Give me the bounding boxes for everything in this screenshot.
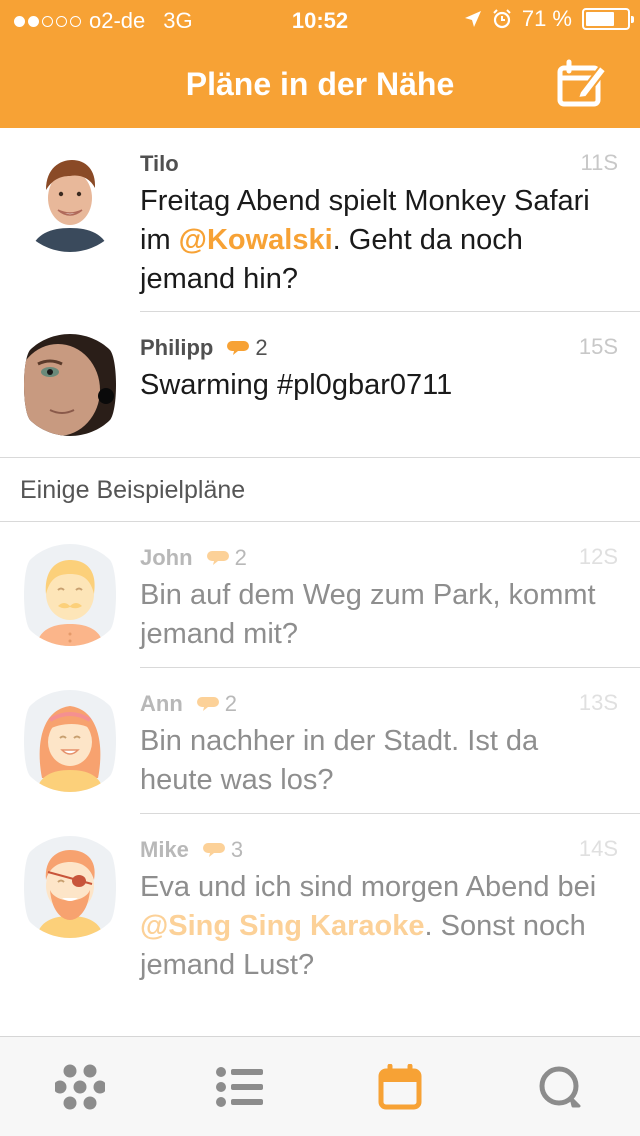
post-author[interactable]: Tilo [140,151,179,177]
post-text: Bin auf dem Weg zum Park, kommt jemand m… [140,579,596,650]
post-item[interactable]: Tilo 11S Freitag Abend spielt Monkey Saf… [0,128,640,312]
post-time: 11S [580,150,618,175]
tab-search[interactable] [480,1037,640,1136]
mention-link[interactable]: @Sing Sing Karaoke [140,910,425,942]
post-author[interactable]: Philipp [140,335,213,361]
example-post-item[interactable]: John 2 12S Bin auf dem Weg zum Park, kom… [0,522,640,668]
comment-bubble-icon [202,843,225,857]
battery-icon [582,8,634,30]
tab-calendar[interactable] [320,1037,480,1136]
alarm-clock-icon [493,9,511,29]
plans-feed[interactable]: Tilo 11S Freitag Abend spielt Monkey Saf… [0,128,640,1036]
section-title: Einige Beispielpläne [20,476,246,504]
comment-bubble-icon [227,341,250,355]
tab-bar [0,1036,640,1136]
example-post-item[interactable]: Mike 3 14S Eva und ich sind morgen Abend… [0,814,640,1036]
post-text: Bin nachher in der Stadt. Ist da heute w… [140,725,539,796]
navigation-bar: o2-de 3G 10:52 71 % Pläne in der Nähe [0,0,640,128]
tab-list[interactable] [160,1037,320,1136]
comment-count[interactable]: 2 [227,335,268,361]
comment-bubble-icon [206,551,229,565]
example-post-item[interactable]: Ann 2 13S Bin nachher in der Stadt. Ist … [0,668,640,814]
calendar-icon [378,1064,422,1110]
post-author[interactable]: John [140,545,193,571]
hive-icon [55,1064,105,1110]
post-time: 15S [578,334,618,359]
post-author[interactable]: Mike [140,837,189,863]
compose-calendar-icon [557,59,608,107]
post-author[interactable]: Ann [140,691,183,717]
page-title: Pläne in der Nähe [185,66,455,102]
mention-link[interactable]: @Kowalski [179,224,333,256]
post-text: Swarming #pl0gbar0711 [140,369,453,401]
list-icon [216,1067,263,1107]
comment-count[interactable]: 2 [206,545,247,571]
battery-percentage: 71 % [521,6,572,31]
comment-count[interactable]: 3 [202,837,243,863]
comment-bubble-icon [196,697,219,711]
post-item[interactable]: Philipp 2 15S Swarming #pl0gbar0711 [0,312,640,458]
location-arrow-icon [464,11,481,27]
post-time: 13S [578,690,618,715]
post-time: 14S [578,836,618,861]
status-bar: o2-de 3G 10:52 71 % [0,0,640,40]
section-header: Einige Beispielpläne [0,458,640,522]
avatar[interactable] [20,542,120,648]
post-time: 12S [578,544,618,569]
comment-count[interactable]: 2 [196,691,237,717]
post-text: Eva und ich sind morgen Abend bei @Sing … [140,871,597,981]
avatar[interactable] [20,332,120,438]
avatar[interactable] [20,834,120,940]
chat-search-icon [539,1066,581,1108]
avatar[interactable] [20,148,120,254]
avatar[interactable] [20,688,120,794]
post-text: Freitag Abend spielt Monkey Safari im @K… [140,185,590,295]
compose-plan-button[interactable] [556,58,608,108]
tab-hive[interactable] [0,1037,160,1136]
